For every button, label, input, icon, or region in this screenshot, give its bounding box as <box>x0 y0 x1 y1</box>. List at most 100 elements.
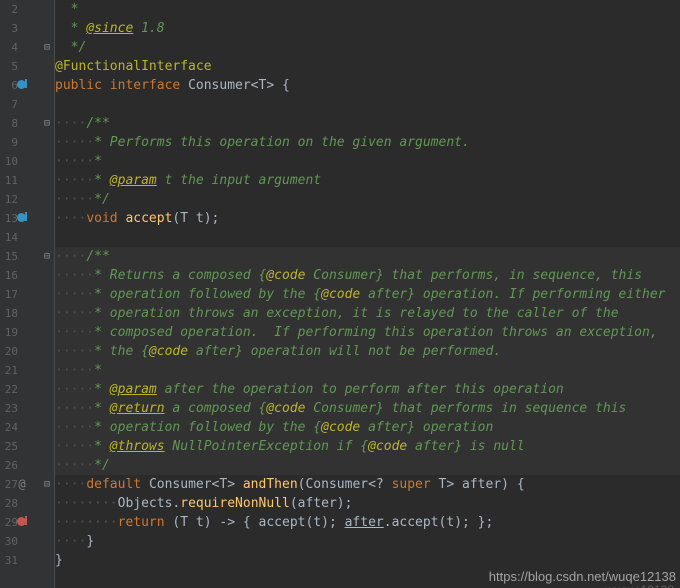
code-line[interactable]: 17 ·····* operation followed by the {@cod… <box>0 285 680 304</box>
code-line-content: ·····* @throws NullPointerException if {… <box>55 437 680 456</box>
code-line[interactable]: 8 ⊟ ····/** <box>0 114 680 133</box>
code-line[interactable]: 19 ·····* composed operation. If performi… <box>0 323 680 342</box>
code-line[interactable]: 29 ········return (T t) -> { accept(t); a… <box>0 513 680 532</box>
line-number: 25 <box>4 440 18 453</box>
line-number: 15 <box>4 250 18 263</box>
code-line-content: ·····* @return a composed {@code Consume… <box>55 399 680 418</box>
code-fold-toggle[interactable]: ⊟ <box>40 475 54 494</box>
implemented-marker-icon[interactable] <box>14 209 30 228</box>
watermark-overlay-text: wuque12138 <box>605 583 674 588</box>
code-line[interactable]: 21 ·····* <box>0 361 680 380</box>
code-line-content: ····/** <box>55 116 110 131</box>
line-number: 31 <box>4 554 18 567</box>
line-number: 9 <box>11 136 18 149</box>
code-line[interactable]: 23 ·····* @return a composed {@code Consu… <box>0 399 680 418</box>
code-line[interactable]: 13 ····void accept(T t); <box>0 209 680 228</box>
code-editor-window: 2 * 3 * @since 1.8 4 ⊟ */5 @FunctionalInterf… <box>0 0 680 588</box>
code-line[interactable]: 25 ·····* @throws NullPointerException if… <box>0 437 680 456</box>
line-number: 20 <box>4 345 18 358</box>
code-line[interactable]: 10 ·····* <box>0 152 680 171</box>
code-line[interactable]: 14 <box>0 228 680 247</box>
code-line[interactable]: 22 ·····* @param after the operation to p… <box>0 380 680 399</box>
code-line[interactable]: 2 * <box>0 0 680 19</box>
line-number: 2 <box>11 3 18 16</box>
code-line-content: ····void accept(T t); <box>55 211 220 226</box>
code-line-content: * <box>55 2 79 17</box>
editor-lines: 2 * 3 * @since 1.8 4 ⊟ */5 @FunctionalInterf… <box>0 0 680 570</box>
implemented-marker-icon[interactable] <box>14 76 30 95</box>
code-line-content: ·····* composed operation. If performing… <box>55 323 680 342</box>
code-line-content: public interface Consumer<T> { <box>55 78 290 93</box>
line-number: 14 <box>4 231 18 244</box>
line-number: 7 <box>11 98 18 111</box>
line-number: 17 <box>4 288 18 301</box>
code-line-content: ·····*/ <box>55 456 680 475</box>
code-line-content <box>55 95 680 114</box>
code-line[interactable]: 4 ⊟ */ <box>0 38 680 57</box>
code-fold-toggle[interactable]: ⊟ <box>40 38 54 57</box>
line-number: 4 <box>11 41 18 54</box>
code-line[interactable]: 3 * @since 1.8 <box>0 19 680 38</box>
code-line[interactable]: 5 @FunctionalInterface <box>0 57 680 76</box>
code-line[interactable]: 6 public interface Consumer<T> { <box>0 76 680 95</box>
code-line-content: @FunctionalInterface <box>55 59 212 74</box>
code-fold-toggle[interactable]: ⊟ <box>40 247 54 266</box>
code-line-content: ·····* operation followed by the {@code … <box>55 285 680 304</box>
code-line-content: ·····* the {@code after} operation will … <box>55 342 680 361</box>
line-number: 21 <box>4 364 18 377</box>
code-line[interactable]: 11 ·····* @param t the input argument <box>0 171 680 190</box>
code-fold-toggle[interactable]: ⊟ <box>40 114 54 133</box>
code-line-content: ····default Consumer<T> andThen(Consumer… <box>55 477 525 492</box>
code-line[interactable]: 12 ·····*/ <box>0 190 680 209</box>
line-number: 10 <box>4 155 18 168</box>
code-line-content: ····/** <box>55 247 680 266</box>
code-line-content: ········return (T t) -> { accept(t); aft… <box>55 515 494 530</box>
line-number: 11 <box>4 174 18 187</box>
code-line[interactable]: 7 <box>0 95 680 114</box>
code-line-content: ·····* Performs this operation on the gi… <box>55 135 470 150</box>
code-line-content: ·····* <box>55 154 102 169</box>
code-line[interactable]: 28 ········Objects.requireNonNull(after); <box>0 494 680 513</box>
line-number: 5 <box>11 60 18 73</box>
code-line-content: ·····* <box>55 361 680 380</box>
code-line-content <box>55 228 680 247</box>
watermark-url: https://blog.csdn.net/wuqe12138 wuque121… <box>488 569 676 588</box>
line-number: 8 <box>11 117 18 130</box>
code-line-content: */ <box>55 40 87 55</box>
code-line[interactable]: 30 ····} <box>0 532 680 551</box>
editor-code-area[interactable]: 2 * 3 * @since 1.8 4 ⊟ */5 @FunctionalInterf… <box>0 0 680 588</box>
line-number: 18 <box>4 307 18 320</box>
code-line[interactable]: 16 ·····* Returns a composed {@code Consu… <box>0 266 680 285</box>
warning-marker-icon[interactable] <box>14 513 30 532</box>
code-line-content: ····} <box>55 534 95 549</box>
line-number: 19 <box>4 326 18 339</box>
line-number: 3 <box>11 22 18 35</box>
code-line-content: ·····* @param t the input argument <box>55 173 322 188</box>
line-number: 26 <box>4 459 18 472</box>
override-marker-icon[interactable]: @ <box>14 475 30 494</box>
line-number: 24 <box>4 421 18 434</box>
code-line-content: ·····* operation throws an exception, it… <box>55 304 680 323</box>
line-number: 28 <box>4 497 18 510</box>
code-line-content: * @since 1.8 <box>55 21 165 36</box>
code-line-content: ·····*/ <box>55 192 110 207</box>
watermark-url-text: https://blog.csdn.net/wuqe12138 <box>488 569 676 584</box>
code-line[interactable]: 27 @ ⊟ ····default Consumer<T> andThen(Cons… <box>0 475 680 494</box>
code-line[interactable]: 24 ·····* operation followed by the {@cod… <box>0 418 680 437</box>
code-line-content: } <box>55 553 63 568</box>
line-number: 23 <box>4 402 18 415</box>
code-line[interactable]: 9 ·····* Performs this operation on the g… <box>0 133 680 152</box>
code-line-content: ·····* @param after the operation to per… <box>55 380 680 399</box>
line-number: 22 <box>4 383 18 396</box>
code-line[interactable]: 20 ·····* the {@code after} operation wil… <box>0 342 680 361</box>
code-line[interactable]: 18 ·····* operation throws an exception, … <box>0 304 680 323</box>
code-line-content: ·····* operation followed by the {@code … <box>55 418 680 437</box>
code-line[interactable]: 15 ⊟ ····/** <box>0 247 680 266</box>
code-line-content: ·····* Returns a composed {@code Consume… <box>55 266 680 285</box>
line-number: 12 <box>4 193 18 206</box>
line-number: 16 <box>4 269 18 282</box>
code-line-content: ········Objects.requireNonNull(after); <box>55 496 353 511</box>
code-line[interactable]: 31} <box>0 551 680 570</box>
line-number: 30 <box>4 535 18 548</box>
code-line[interactable]: 26 ·····*/ <box>0 456 680 475</box>
